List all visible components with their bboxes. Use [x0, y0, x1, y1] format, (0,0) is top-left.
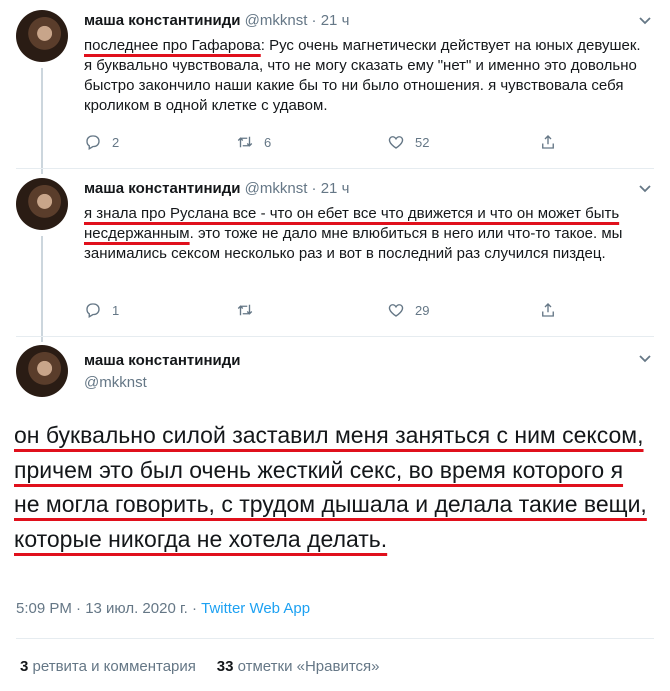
- like-count: 29: [415, 302, 430, 318]
- like-icon: [388, 136, 404, 149]
- share-button[interactable]: [539, 133, 557, 151]
- tweet-text: последнее про Гафарова: Рус очень магнет…: [84, 36, 648, 116]
- author-handle[interactable]: @mkknst: [245, 12, 308, 29]
- share-icon: [542, 135, 554, 149]
- share-button[interactable]: [539, 301, 557, 319]
- highlighted-text: он буквально силой заставил меня занятьс…: [14, 422, 647, 552]
- share-icon: [542, 303, 554, 317]
- chevron-down-icon[interactable]: [638, 352, 652, 366]
- like-button[interactable]: 52: [387, 133, 429, 151]
- likes-stat[interactable]: 33 отметки «Нравится»: [217, 658, 380, 675]
- reply-button[interactable]: 2: [84, 133, 119, 151]
- reply-count: 2: [112, 134, 120, 150]
- like-button[interactable]: 29: [387, 301, 429, 319]
- tweet-timestamp[interactable]: 5:09 PM · 13 июл. 2020 г. ·: [16, 600, 201, 617]
- like-count: 52: [415, 134, 430, 150]
- reply-count: 1: [112, 302, 120, 318]
- author-name[interactable]: маша константиниди: [84, 12, 240, 29]
- retweet-icon: [237, 136, 253, 148]
- likes-count: 33: [216, 658, 234, 675]
- tweet-time[interactable]: 21 ч: [321, 180, 350, 197]
- tweet-header: маша константиниди @mkknst · 21 ч: [84, 12, 349, 29]
- highlighted-text: последнее про Гафарова: [84, 37, 261, 54]
- retweet-icon: [237, 304, 253, 316]
- retweet-button[interactable]: [236, 301, 264, 319]
- author-name[interactable]: маша константиниди: [84, 352, 240, 369]
- retweet-button[interactable]: 6: [236, 133, 271, 151]
- tweet-time[interactable]: 21 ч: [321, 12, 350, 29]
- avatar[interactable]: [16, 178, 68, 230]
- like-icon: [388, 304, 404, 317]
- divider: [16, 168, 654, 169]
- author-name[interactable]: маша константиниди: [84, 180, 240, 197]
- retweet-count: 6: [264, 134, 272, 150]
- author-handle[interactable]: @mkknst: [84, 374, 147, 391]
- main-tweet-text: он буквально силой заставил меня занятьс…: [14, 418, 654, 556]
- divider: [16, 336, 654, 337]
- chevron-down-icon[interactable]: [638, 14, 652, 28]
- tweet-actions: 1 29: [84, 301, 648, 321]
- likes-label: отметки «Нравится»: [237, 658, 380, 675]
- separator-dot: ·: [311, 180, 317, 197]
- retweets-stat[interactable]: 3 ретвита и комментария: [20, 658, 196, 675]
- divider: [16, 638, 654, 639]
- thread-line: [41, 68, 43, 174]
- tweet-actions: 2 6 52: [84, 133, 648, 153]
- separator-dot: ·: [311, 12, 317, 29]
- chevron-down-icon[interactable]: [638, 182, 652, 196]
- retweets-count: 3: [20, 658, 29, 675]
- source-link[interactable]: Twitter Web App: [201, 600, 310, 617]
- tweet-text: я знала про Руслана все - что он ебет вс…: [84, 204, 648, 264]
- tweet-header: маша константиниди @mkknst · 21 ч: [84, 180, 349, 197]
- retweets-label: ретвита и комментария: [32, 658, 196, 675]
- reply-button[interactable]: 1: [84, 301, 119, 319]
- author-handle[interactable]: @mkknst: [245, 180, 308, 197]
- tweet-stats: 3 ретвита и комментария 33 отметки «Нрав…: [20, 658, 380, 675]
- reply-icon: [86, 303, 100, 318]
- avatar[interactable]: [16, 10, 68, 62]
- avatar[interactable]: [16, 345, 68, 397]
- thread-line: [41, 236, 43, 342]
- tweet-meta: 5:09 PM · 13 июл. 2020 г. · Twitter Web …: [16, 600, 310, 617]
- reply-icon: [86, 135, 100, 150]
